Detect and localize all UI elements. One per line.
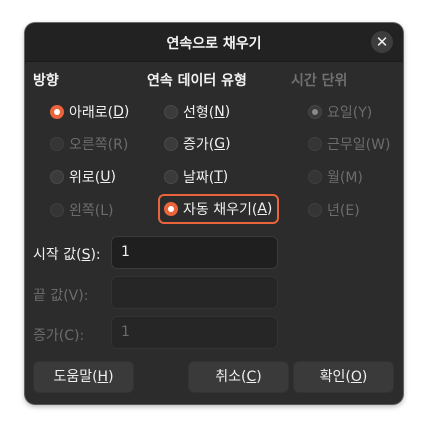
radio-icon	[50, 137, 64, 151]
dialog-title: 연속으로 채우기	[166, 36, 262, 52]
radio-type-linear[interactable]: 선형(N)	[164, 101, 230, 123]
radio-icon	[308, 170, 322, 184]
radio-icon	[164, 170, 178, 184]
radio-icon	[50, 203, 64, 217]
time-unit-heading: 시간 단위	[291, 73, 348, 89]
increment-input[interactable]: 1	[111, 316, 278, 349]
radio-checked-icon	[308, 105, 322, 119]
direction-heading: 방향	[33, 73, 59, 89]
radio-icon	[308, 137, 322, 151]
radio-checked-icon	[164, 202, 178, 216]
end-value-input[interactable]	[111, 276, 278, 309]
close-icon: ✕	[375, 33, 389, 51]
start-value-label: 시작 값(S):	[33, 247, 101, 263]
ok-button[interactable]: 확인(O)	[293, 361, 394, 393]
end-value-label: 끝 값(V):	[33, 288, 89, 304]
radio-unit-weekday[interactable]: 근무일(W)	[308, 133, 390, 155]
help-button[interactable]: 도움말(H)	[33, 361, 134, 393]
radio-direction-down[interactable]: 아래로(D)	[50, 101, 129, 123]
radio-checked-icon	[50, 105, 64, 119]
series-type-heading: 연속 데이터 유형	[147, 73, 247, 89]
fill-series-dialog: 연속으로 채우기 ✕ 방향 아래로(D) 오른쪽(R) 위로(U) 왼쪽(L) …	[25, 23, 403, 404]
title-bar: 연속으로 채우기 ✕	[25, 23, 403, 62]
radio-icon	[164, 105, 178, 119]
cancel-button[interactable]: 취소(C)	[188, 361, 289, 393]
radio-icon	[164, 137, 178, 151]
increment-label: 증가(C):	[33, 328, 85, 344]
radio-icon	[308, 203, 322, 217]
radio-direction-right[interactable]: 오른쪽(R)	[50, 133, 128, 155]
start-value-input[interactable]: 1	[111, 236, 278, 269]
radio-type-autofill[interactable]: 자동 채우기(A)	[164, 198, 272, 220]
radio-icon	[50, 170, 64, 184]
close-button[interactable]: ✕	[371, 31, 393, 53]
radio-type-date[interactable]: 날짜(T)	[164, 166, 228, 188]
radio-unit-day[interactable]: 요일(Y)	[308, 101, 372, 123]
radio-direction-left[interactable]: 왼쪽(L)	[50, 199, 113, 221]
radio-type-growth[interactable]: 증가(G)	[164, 133, 231, 155]
radio-direction-up[interactable]: 위로(U)	[50, 166, 116, 188]
radio-unit-month[interactable]: 월(M)	[308, 166, 363, 188]
radio-unit-year[interactable]: 년(E)	[308, 199, 360, 221]
